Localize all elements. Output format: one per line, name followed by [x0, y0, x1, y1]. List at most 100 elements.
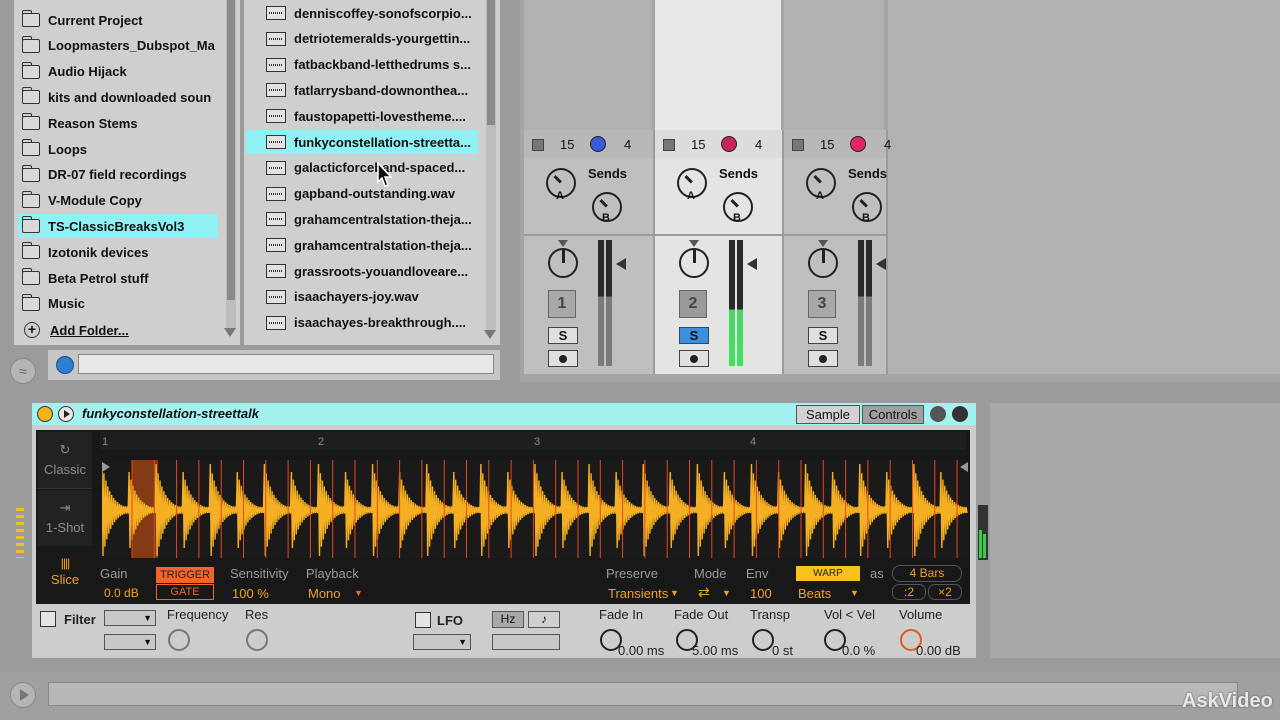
warp-mode-chevron-down-icon[interactable]: ▼ [850, 588, 859, 598]
transp-value[interactable]: 0 st [772, 643, 793, 658]
clip-slot-track-2[interactable] [655, 0, 781, 130]
mode-slice-button[interactable]: |||| Slice [38, 548, 92, 602]
save-preset-icon[interactable] [952, 406, 968, 422]
half-tempo-button[interactable]: :2 [892, 584, 926, 600]
files-scrollbar[interactable] [486, 0, 496, 330]
file-item[interactable]: grassroots-youandloveare... [246, 259, 478, 283]
places-item[interactable]: TS-ClassicBreaksVol3 [18, 214, 218, 239]
playback-value[interactable]: Mono [308, 586, 341, 601]
file-item[interactable]: faustopapetti-lovestheme.... [246, 104, 478, 128]
places-scrollbar[interactable] [226, 0, 236, 330]
filter-toggle[interactable] [40, 611, 56, 627]
gate-button[interactable]: GATE [156, 584, 214, 600]
search-input[interactable] [78, 354, 494, 374]
track-activator-button[interactable]: 1 [548, 290, 576, 318]
places-item[interactable]: DR-07 field recordings [18, 163, 218, 187]
lfo-toggle[interactable] [415, 612, 431, 628]
output-channel-value[interactable]: 4 [624, 137, 631, 152]
file-item[interactable]: funkyconstellation-streetta... [246, 130, 478, 154]
places-item[interactable]: Izotonik devices [18, 240, 218, 264]
file-item[interactable]: fatbackband-letthedrums s... [246, 53, 478, 77]
places-item[interactable]: Reason Stems [18, 111, 218, 135]
track-color-icon[interactable] [590, 136, 606, 152]
headphone-icon[interactable] [56, 356, 74, 374]
solo-button[interactable]: S [548, 327, 578, 344]
file-item[interactable]: grahamcentralstation-theja... [246, 233, 478, 257]
places-item[interactable]: kits and downloaded soun [18, 85, 218, 109]
pan-knob[interactable] [679, 248, 709, 278]
preserve-value[interactable]: Transients [608, 586, 668, 601]
input-channel-value[interactable]: 15 [560, 137, 574, 152]
lfo-sync-note-icon[interactable]: ♪ [528, 611, 560, 628]
pan-knob[interactable] [808, 248, 838, 278]
output-channel-value[interactable]: 4 [755, 137, 762, 152]
files-scroll-thumb[interactable] [487, 0, 495, 125]
places-item[interactable]: Loops [18, 137, 218, 161]
device-activator-icon[interactable] [37, 406, 53, 422]
filter-type-select[interactable]: ▼ [104, 610, 156, 626]
track-color-square[interactable] [663, 139, 675, 151]
loop-mode-icon[interactable]: ⇄ [698, 584, 710, 601]
arm-button[interactable] [808, 350, 838, 367]
places-item[interactable]: V-Module Copy [18, 189, 218, 213]
tab-controls[interactable]: Controls [862, 405, 924, 424]
file-item[interactable]: grahamcentralstation-theja... [246, 207, 478, 231]
scroll-down-icon[interactable] [484, 330, 496, 339]
places-item[interactable]: Beta Petrol stuff [18, 266, 218, 290]
fade-out-value[interactable]: 5.00 ms [692, 643, 738, 658]
output-channel-value[interactable]: 4 [884, 137, 891, 152]
volume-value[interactable]: 0.00 dB [916, 643, 961, 658]
trigger-button[interactable]: TRIGGER [156, 567, 214, 583]
places-item[interactable]: Audio Hijack [18, 60, 218, 84]
input-channel-value[interactable]: 15 [820, 137, 834, 152]
waveform-display[interactable] [102, 460, 968, 558]
arm-button[interactable] [548, 350, 578, 367]
track-activator-button[interactable]: 2 [679, 290, 707, 318]
input-channel-value[interactable]: 15 [691, 137, 705, 152]
lfo-shape-select[interactable]: ▼ [413, 634, 471, 650]
solo-button[interactable]: S [808, 327, 838, 344]
volume-fader-triangle-icon[interactable] [616, 258, 626, 270]
places-item[interactable]: Music [18, 292, 218, 316]
mode-classic-button[interactable]: ↻ Classic [38, 432, 92, 489]
filter-slope-select[interactable]: ▼ [104, 634, 156, 650]
timeline-ruler[interactable]: 1 2 3 4 [100, 432, 966, 450]
volume-fader-triangle-icon[interactable] [876, 258, 886, 270]
track-color-square[interactable] [532, 139, 544, 151]
mode-one-shot-button[interactable]: ⇥ 1-Shot [38, 490, 92, 546]
preserve-chevron-down-icon[interactable]: ▼ [670, 588, 679, 598]
clip-slot-track-1[interactable] [524, 0, 652, 130]
warp-mode-value[interactable]: Beats [798, 586, 831, 601]
add-folder-button[interactable]: + Add Folder... [18, 318, 218, 342]
gain-value[interactable]: 0.0 dB [104, 586, 139, 600]
mode-chevron-down-icon[interactable]: ▼ [722, 588, 731, 598]
play-icon[interactable] [10, 682, 36, 708]
places-item[interactable]: Current Project [18, 8, 218, 32]
clip-slot-track-3[interactable] [784, 0, 884, 130]
file-item[interactable]: galacticforceband-spaced... [246, 156, 478, 180]
file-item[interactable]: gapband-outstanding.wav [246, 182, 478, 206]
frequency-knob[interactable] [168, 629, 190, 651]
pan-knob[interactable] [548, 248, 578, 278]
file-item[interactable]: detriotemeralds-yourgettin... [246, 27, 478, 51]
hot-swap-icon[interactable] [930, 406, 946, 422]
warp-button[interactable]: WARP [796, 566, 860, 581]
fade-in-value[interactable]: 0.00 ms [618, 643, 664, 658]
env-value[interactable]: 100 [750, 586, 772, 601]
res-knob[interactable] [246, 629, 268, 651]
track-activator-button[interactable]: 3 [808, 290, 836, 318]
file-item[interactable]: fatlarrysband-downonthea... [246, 78, 478, 102]
lfo-hz-button[interactable]: Hz [492, 611, 524, 628]
browser-toggle-icon[interactable]: ≈ [10, 358, 36, 384]
places-scroll-thumb[interactable] [227, 0, 235, 300]
file-item[interactable]: denniscoffey-sonofscorpio... [246, 1, 478, 25]
tab-sample[interactable]: Sample [796, 405, 860, 424]
preview-play-icon[interactable] [58, 406, 74, 422]
playback-chevron-down-icon[interactable]: ▼ [354, 588, 363, 598]
track-color-icon[interactable] [850, 136, 866, 152]
scroll-down-icon[interactable] [224, 328, 236, 337]
places-item[interactable]: Loopmasters_Dubspot_Ma [18, 34, 218, 58]
solo-button[interactable]: S [679, 327, 709, 344]
track-color-square[interactable] [792, 139, 804, 151]
sensitivity-value[interactable]: 100 % [232, 586, 269, 601]
